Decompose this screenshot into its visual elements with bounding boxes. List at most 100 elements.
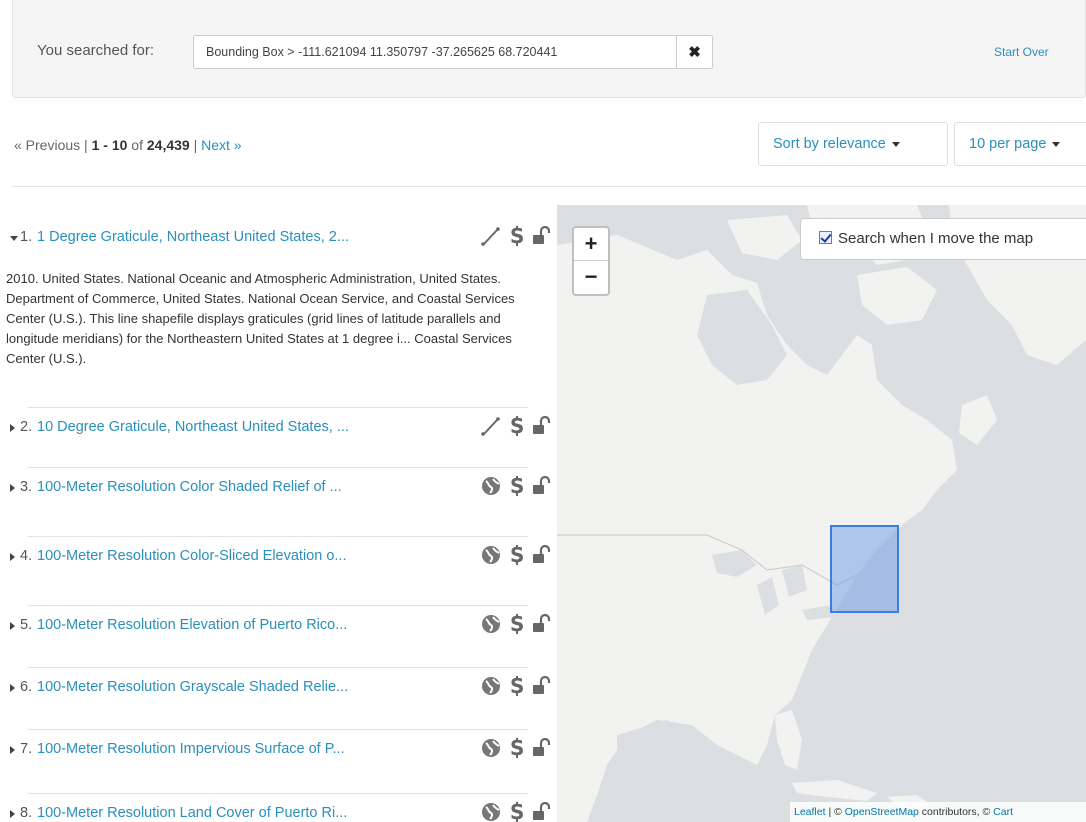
- caret-right-icon[interactable]: [10, 746, 15, 754]
- result-title-row: 6. 100-Meter Resolution Grayscale Shaded …: [10, 674, 552, 702]
- caret-right-icon[interactable]: [10, 684, 15, 692]
- result-title-row: 8. 100-Meter Resolution Land Cover of Pue…: [10, 800, 552, 822]
- result-title-link[interactable]: 100-Meter Resolution Color Shaded Relief…: [37, 479, 342, 495]
- unlock-icon: [530, 737, 552, 764]
- result-title-row: 1. 1 Degree Graticule, Northeast United S…: [10, 224, 552, 252]
- dollar-icon: S: [508, 543, 526, 571]
- result-number: 6.: [20, 679, 33, 695]
- result-title-link[interactable]: 100-Meter Resolution Land Cover of Puert…: [37, 805, 347, 821]
- globe-icon: [480, 544, 502, 571]
- search-when-move-checkbox[interactable]: [819, 231, 832, 244]
- remove-constraint-button[interactable]: ✖: [677, 35, 713, 69]
- unlock-icon: [530, 801, 552, 822]
- caret-right-icon[interactable]: [10, 484, 15, 492]
- close-icon: ✖: [688, 44, 701, 61]
- caret-down-icon: [891, 141, 900, 147]
- globe-icon: [480, 801, 502, 822]
- result-icons: S: [466, 474, 552, 502]
- caret-right-icon[interactable]: [10, 553, 15, 561]
- globe-icon: [480, 475, 502, 502]
- result-description: 2010. United States. National Oceanic an…: [6, 271, 515, 366]
- unlock-icon: [530, 675, 552, 702]
- unlock-icon: [530, 613, 552, 640]
- caret-down-icon: [1052, 141, 1061, 147]
- result-title-row: 4. 100-Meter Resolution Color-Sliced Elev…: [10, 543, 552, 571]
- result-icons: S: [466, 543, 552, 571]
- sort-label: Sort by relevance: [773, 136, 886, 152]
- result-number: 4.: [20, 548, 33, 564]
- caret-right-icon[interactable]: [10, 424, 15, 432]
- start-over-link[interactable]: Start Over: [994, 45, 1049, 59]
- leaflet-link[interactable]: Leaflet: [794, 806, 826, 818]
- attribution-separator: | ©: [825, 806, 845, 818]
- caret-down-icon[interactable]: [10, 236, 18, 241]
- unlock-icon: [530, 415, 552, 442]
- result-icons: S: [466, 612, 552, 640]
- dollar-icon: S: [508, 224, 526, 252]
- range-end: 10: [111, 137, 128, 153]
- carto-link[interactable]: Cart: [993, 806, 1013, 818]
- result-title-row: 3. 100-Meter Resolution Color Shaded Reli…: [10, 474, 552, 502]
- attribution-contributors: contributors, ©: [918, 806, 994, 818]
- line-icon: [480, 225, 502, 252]
- result-title-row: 7. 100-Meter Resolution Impervious Surfac…: [10, 736, 552, 764]
- result-number: 7.: [20, 741, 33, 757]
- zoom-control: + −: [572, 226, 610, 296]
- per-page-label: 10 per page: [969, 136, 1047, 152]
- result-separator: [28, 536, 528, 537]
- result-title-link[interactable]: 10 Degree Graticule, Northeast United St…: [37, 419, 349, 435]
- next-page-link[interactable]: Next »: [201, 137, 241, 153]
- sort-dropdown[interactable]: Sort by relevance: [758, 122, 948, 166]
- zoom-out-button[interactable]: −: [574, 261, 608, 294]
- dollar-icon: S: [508, 800, 526, 822]
- result-title-row: 2. 10 Degree Graticule, Northeast United …: [10, 414, 552, 442]
- search-when-move-control[interactable]: Search when I move the map: [800, 218, 1086, 260]
- constraint-filter: Bounding Box > -111.621094 11.350797 -37…: [193, 35, 713, 69]
- result-title-link[interactable]: 100-Meter Resolution Elevation of Puerto…: [37, 617, 347, 633]
- result-icons: S: [466, 736, 552, 764]
- results-list: 1. 1 Degree Graticule, Northeast United S…: [0, 205, 552, 822]
- basemap: [557, 205, 1086, 822]
- result-title-link[interactable]: 1 Degree Graticule, Northeast United Sta…: [37, 229, 349, 245]
- result-icons: S: [466, 224, 552, 252]
- result-number: 8.: [20, 805, 33, 821]
- result-number: 2.: [20, 419, 33, 435]
- result-separator: [28, 729, 528, 730]
- result-separator: [28, 467, 528, 468]
- result-title-row: 5. 100-Meter Resolution Elevation of Puer…: [10, 612, 552, 640]
- caret-right-icon[interactable]: [10, 810, 15, 818]
- result-title-link[interactable]: 100-Meter Resolution Impervious Surface …: [37, 741, 345, 757]
- result-separator: [28, 793, 528, 794]
- search-label: You searched for:: [37, 42, 155, 59]
- result-number: 5.: [20, 617, 33, 633]
- per-page-dropdown[interactable]: 10 per page: [954, 122, 1086, 166]
- caret-right-icon[interactable]: [10, 622, 15, 630]
- result-title-link[interactable]: 100-Meter Resolution Color-Sliced Elevat…: [37, 548, 346, 564]
- total-results: 24,439: [146, 137, 190, 153]
- result-icons: S: [466, 674, 552, 702]
- dollar-icon: S: [508, 414, 526, 442]
- previous-page: « Previous: [14, 137, 81, 153]
- search-constraints-bar: You searched for: Bounding Box > -111.62…: [12, 0, 1086, 98]
- of-label: of: [131, 137, 143, 153]
- search-when-move-label: Search when I move the map: [838, 230, 1034, 247]
- unlock-icon: [530, 544, 552, 571]
- bounding-box-overlay[interactable]: [830, 525, 899, 613]
- result-separator: [28, 605, 528, 606]
- line-icon: [480, 415, 502, 442]
- pagination-info: « Previous | 1 - 10 of 24,439 | Next »: [14, 137, 242, 153]
- result-title-link[interactable]: 100-Meter Resolution Grayscale Shaded Re…: [37, 679, 348, 695]
- map-view[interactable]: [557, 205, 1086, 822]
- dollar-icon: S: [508, 674, 526, 702]
- map-attribution: Leaflet | © OpenStreetMap contributors, …: [790, 802, 1086, 822]
- result-separator: [28, 667, 528, 668]
- zoom-in-button[interactable]: +: [574, 228, 608, 261]
- unlock-icon: [530, 475, 552, 502]
- dollar-icon: S: [508, 736, 526, 764]
- osm-link[interactable]: OpenStreetMap: [845, 806, 919, 818]
- result-number: 3.: [20, 479, 33, 495]
- dollar-icon: S: [508, 612, 526, 640]
- divider: [12, 186, 1086, 187]
- constraint-value[interactable]: Bounding Box > -111.621094 11.350797 -37…: [193, 35, 677, 69]
- result-number: 1.: [20, 229, 33, 245]
